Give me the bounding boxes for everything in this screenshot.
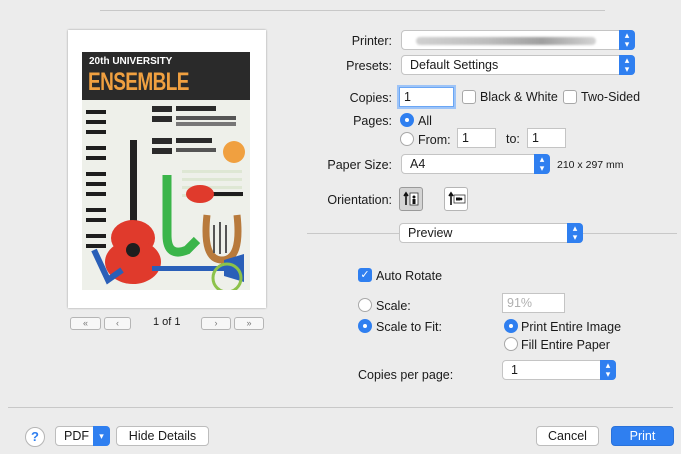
scale-to-fit-radio[interactable] [358, 319, 372, 333]
printer-label: Printer: [351, 34, 392, 48]
last-page-button[interactable]: » [234, 317, 264, 330]
poster-image: 20th UNIVERSITY ENSEMBLE CONCERT [82, 52, 250, 290]
poster-header: 20th UNIVERSITY ENSEMBLE CONCERT [82, 52, 250, 125]
paper-size-value: A4 [410, 157, 426, 171]
chevron-updown-icon: ▴ ▾ [619, 30, 635, 50]
section-select-value: Preview [408, 226, 453, 240]
presets-value: Default Settings [410, 58, 499, 72]
portrait-icon [403, 191, 419, 206]
orientation-label: Orientation: [327, 193, 392, 207]
previous-page-button[interactable]: ‹ [104, 317, 131, 330]
presets-label: Presets: [346, 59, 392, 73]
two-sided-checkbox[interactable] [563, 90, 577, 104]
printer-select[interactable]: ▴ ▾ [401, 30, 635, 50]
copies-per-page-label: Copies per page: [358, 368, 454, 382]
pages-from-label: From: [418, 133, 451, 147]
pages-label: Pages: [353, 114, 392, 128]
cancel-button[interactable]: Cancel [536, 426, 599, 446]
pages-all-radio[interactable] [400, 113, 414, 127]
pages-to-input[interactable]: 1 [527, 128, 566, 148]
pages-from-radio[interactable] [400, 132, 414, 146]
page-count: 1 of 1 [153, 316, 181, 328]
auto-rotate-checkbox[interactable]: ✓ [358, 268, 372, 282]
paper-size-label: Paper Size: [327, 158, 392, 172]
pages-all-label: All [418, 114, 432, 128]
chevron-updown-icon: ▴ ▾ [534, 154, 550, 174]
paper-size-select[interactable]: A4 ▴ ▾ [401, 154, 550, 174]
pages-to-label: to: [506, 132, 520, 146]
print-entire-image-label: Print Entire Image [521, 320, 622, 334]
fill-entire-paper-label: Fill Entire Paper [521, 338, 610, 352]
landscape-orientation-button[interactable] [444, 187, 468, 211]
copies-per-page-value: 1 [511, 363, 518, 377]
copies-per-page-select[interactable]: 1 ▴ ▾ [502, 360, 616, 380]
auto-rotate-label: Auto Rotate [376, 269, 443, 283]
next-page-button[interactable]: › [201, 317, 231, 330]
paper-dimensions: 210 x 297 mm [557, 159, 624, 171]
print-dialog: 20th UNIVERSITY ENSEMBLE CONCERT [0, 0, 681, 454]
footer-divider [8, 407, 673, 408]
pages-from-input[interactable]: 1 [457, 128, 496, 148]
landscape-icon [448, 191, 466, 205]
chevron-updown-icon: ▴ ▾ [567, 223, 583, 243]
scale-input[interactable]: 91% [502, 293, 565, 313]
printer-name-obscured [416, 37, 596, 45]
black-white-checkbox[interactable] [462, 90, 476, 104]
poster-title-line1: 20th UNIVERSITY [89, 56, 173, 67]
chevron-down-icon: ▾ [93, 426, 110, 446]
black-white-label: Black & White [480, 90, 558, 104]
presets-select[interactable]: Default Settings ▴ ▾ [401, 55, 635, 75]
copies-label: Copies: [349, 91, 392, 105]
hide-details-button[interactable]: Hide Details [116, 426, 209, 446]
pdf-menu-button[interactable]: PDF ▾ [55, 426, 110, 446]
poster-artwork [82, 100, 250, 290]
portrait-orientation-button[interactable] [399, 187, 423, 211]
print-preview-page: 20th UNIVERSITY ENSEMBLE CONCERT [68, 30, 266, 308]
copies-input[interactable]: 1 [399, 87, 454, 107]
scale-radio[interactable] [358, 298, 372, 312]
first-page-button[interactable]: « [70, 317, 101, 330]
print-button[interactable]: Print [611, 426, 674, 446]
two-sided-label: Two-Sided [581, 90, 641, 104]
scale-label: Scale: [376, 299, 411, 313]
fill-entire-paper-radio[interactable] [504, 337, 518, 351]
help-button[interactable]: ? [25, 427, 45, 447]
print-entire-image-radio[interactable] [504, 319, 518, 333]
chevron-updown-icon: ▴ ▾ [619, 55, 635, 75]
chevron-updown-icon: ▴ ▾ [600, 360, 616, 380]
pdf-label: PDF [64, 429, 89, 443]
section-select[interactable]: Preview ▴ ▾ [399, 223, 583, 243]
scale-to-fit-label: Scale to Fit: [376, 320, 442, 334]
title-divider [100, 10, 605, 11]
